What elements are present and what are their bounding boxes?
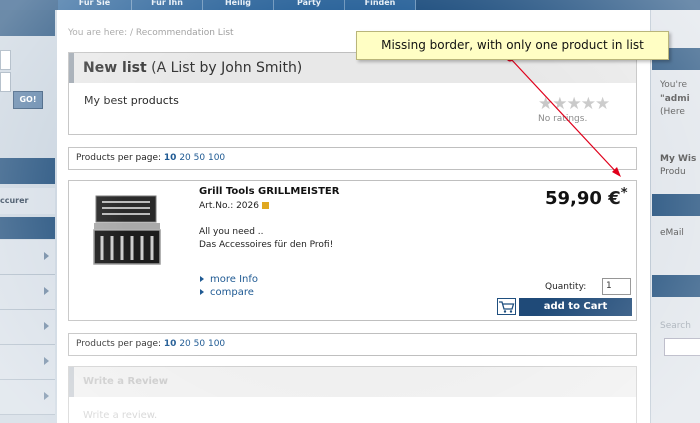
list-name: New list — [83, 60, 147, 76]
more-info-label: more Info — [210, 274, 259, 285]
right-sidebar-text: Produ — [660, 167, 686, 177]
right-sidebar-search-input[interactable] — [664, 338, 700, 356]
add-to-cart-button[interactable]: add to Cart — [519, 298, 632, 316]
right-sidebar-text: My Wis — [660, 154, 697, 164]
sidebar-go-button[interactable]: GO! — [13, 91, 43, 109]
price-footnote-mark: * — [620, 186, 628, 201]
left-sidebar-section-header — [0, 158, 55, 184]
quantity-label: Quantity: — [545, 282, 587, 292]
list-description: My best products — [84, 94, 179, 107]
right-sidebar-text: "admi — [660, 94, 690, 104]
right-sidebar-text: (Here — [660, 107, 685, 117]
shopping-cart-icon — [499, 301, 515, 313]
left-sidebar-header — [0, 10, 55, 36]
review-title: Write a Review — [83, 376, 168, 387]
product-price: 59,90 €* — [545, 186, 628, 209]
products-per-page-label: Products per page: — [76, 339, 162, 349]
chevron-right-icon — [44, 322, 49, 330]
left-sidebar-bar — [0, 217, 55, 239]
sidebar-item-3[interactable] — [0, 310, 55, 345]
more-info-link[interactable]: more Info — [200, 274, 258, 285]
sidebar-item-2[interactable] — [0, 275, 55, 310]
product-description-line: Das Accessoires für den Profi! — [199, 240, 334, 250]
chevron-right-icon — [44, 357, 49, 365]
quantity-input[interactable]: 1 — [602, 278, 631, 295]
per-page-selected: 10 — [163, 153, 177, 163]
right-sidebar-header-3 — [652, 275, 700, 297]
chevron-right-icon — [44, 287, 49, 295]
arrow-right-icon — [200, 276, 204, 282]
products-per-page-label: Products per page: — [76, 153, 162, 163]
products-per-page-top: Products per page: 10 20 50 100 — [68, 147, 637, 170]
price-value: 59,90 € — [545, 188, 621, 209]
nav-tab-4[interactable]: Party — [274, 0, 345, 10]
rating-text: No ratings. — [538, 114, 588, 124]
nav-tab-1[interactable]: Für Sie — [58, 0, 132, 10]
nav-tab-5[interactable]: Finden — [345, 0, 416, 10]
compare-label: compare — [210, 287, 254, 298]
compare-link[interactable]: compare — [200, 287, 254, 298]
cart-icon[interactable] — [497, 298, 516, 315]
per-page-option[interactable]: 50 — [194, 339, 205, 349]
right-sidebar — [650, 10, 700, 423]
sidebar-item-5[interactable] — [0, 380, 55, 415]
arrow-right-icon — [200, 289, 204, 295]
per-page-option[interactable]: 20 — [179, 153, 190, 163]
product-image[interactable] — [92, 192, 166, 268]
write-review-link[interactable]: Write a review. — [83, 410, 157, 421]
annotation-callout: Missing border, with only one product in… — [356, 31, 669, 60]
list-title: New list (A List by John Smith) — [83, 60, 302, 76]
list-byline: (A List by John Smith) — [151, 60, 303, 76]
right-sidebar-text: You're — [660, 80, 688, 90]
nav-tab-2[interactable]: Für Ihn — [132, 0, 203, 10]
chevron-right-icon — [44, 392, 49, 400]
rating-stars-icon: ★★★★★ — [538, 94, 610, 114]
sidebar-second-input[interactable] — [0, 72, 11, 92]
art-no-text: Art.No.: 2026 — [199, 201, 259, 211]
right-sidebar-text: Search — [660, 321, 691, 331]
product-art-no: Art.No.: 2026 — [199, 201, 269, 211]
nav-tab-3[interactable]: Heilig — [203, 0, 274, 10]
per-page-option[interactable]: 50 — [194, 153, 205, 163]
right-sidebar-text: eMail — [660, 228, 684, 238]
per-page-option[interactable]: 20 — [179, 339, 190, 349]
product-name[interactable]: Grill Tools GRILLMEISTER — [199, 186, 339, 197]
sidebar-item-label[interactable]: ccurer — [0, 188, 55, 214]
sidebar-item-1[interactable] — [0, 240, 55, 275]
per-page-selected: 10 — [163, 339, 177, 349]
sidebar-search-input[interactable] — [0, 50, 11, 70]
product-description-line: All you need .. — [199, 227, 264, 237]
per-page-option[interactable]: 100 — [208, 153, 225, 163]
sidebar-item-4[interactable] — [0, 345, 55, 380]
availability-icon — [262, 202, 269, 209]
right-sidebar-header-2 — [652, 194, 700, 216]
breadcrumb: You are here: / Recommendation List — [68, 28, 234, 38]
per-page-option[interactable]: 100 — [208, 339, 225, 349]
products-per-page-bottom: Products per page: 10 20 50 100 — [68, 333, 637, 356]
chevron-right-icon — [44, 252, 49, 260]
